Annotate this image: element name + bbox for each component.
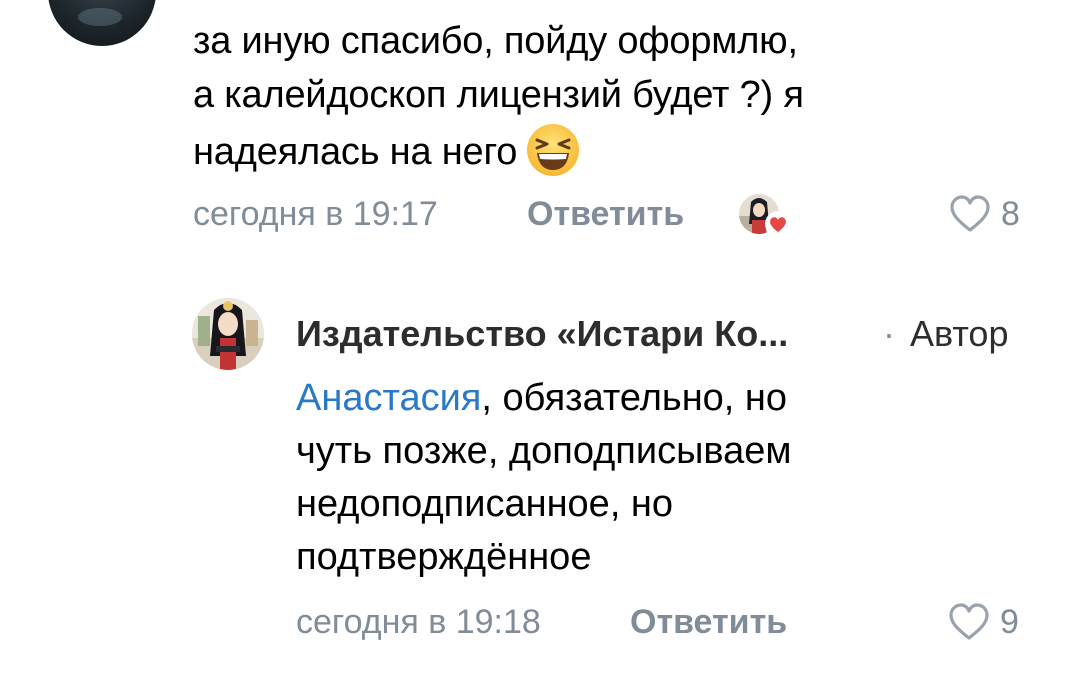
comment-timestamp: сегодня в 19:18 bbox=[296, 603, 541, 641]
comment-line: недоподписанное, но bbox=[296, 483, 674, 525]
avatar-highlight bbox=[78, 8, 122, 26]
author-separator: · bbox=[883, 313, 895, 354]
comment-line: надеялась на него bbox=[193, 122, 993, 179]
comment-line: за иную спасибо, пойду оформлю, bbox=[193, 20, 798, 62]
reply-button[interactable]: Ответить bbox=[630, 600, 787, 644]
user-avatar[interactable] bbox=[48, 0, 156, 46]
grinning-squinting-face-emoji-icon bbox=[525, 122, 581, 178]
like-button[interactable]: 9 bbox=[948, 600, 1019, 644]
like-button[interactable]: 8 bbox=[949, 192, 1020, 236]
comment-line-text: надеялась на него bbox=[193, 131, 518, 173]
reply-button[interactable]: Ответить bbox=[527, 192, 684, 236]
comment-meta: сегодня в 19:17 Ответить 8 bbox=[193, 192, 1033, 237]
comment-line: чуть позже, доподписываем bbox=[296, 430, 792, 472]
heart-outline-icon bbox=[949, 603, 989, 640]
comment-timestamp: сегодня в 19:17 bbox=[193, 195, 438, 233]
author-avatar[interactable] bbox=[192, 298, 264, 370]
author-name-link[interactable]: Издательство «Истари Ко... bbox=[296, 309, 788, 359]
liked-heart-badge-icon bbox=[765, 204, 791, 237]
comment-line-text: , обязательно, но bbox=[481, 377, 788, 419]
comment-line: а калейдоскоп лицензий будет ?) я bbox=[193, 74, 804, 116]
comment-author-line: Издательство «Истари Ко... · Автор bbox=[296, 309, 1036, 359]
author-badge: Автор bbox=[910, 313, 1009, 354]
like-count: 9 bbox=[1000, 603, 1019, 641]
heart-outline-icon bbox=[950, 195, 990, 232]
mention-link[interactable]: Анастасия bbox=[296, 377, 481, 419]
comment-text: за иную спасибо, пойду оформлю, а калейд… bbox=[193, 14, 993, 179]
like-count: 8 bbox=[1001, 195, 1020, 233]
comment-text: Анастасия, обязательно, но чуть позже, д… bbox=[296, 372, 996, 584]
comment-line: Анастасия, обязательно, но bbox=[296, 372, 996, 425]
comment-line: подтверждённое bbox=[296, 536, 592, 578]
comment-meta: сегодня в 19:18 Ответить 9 bbox=[296, 600, 1036, 644]
